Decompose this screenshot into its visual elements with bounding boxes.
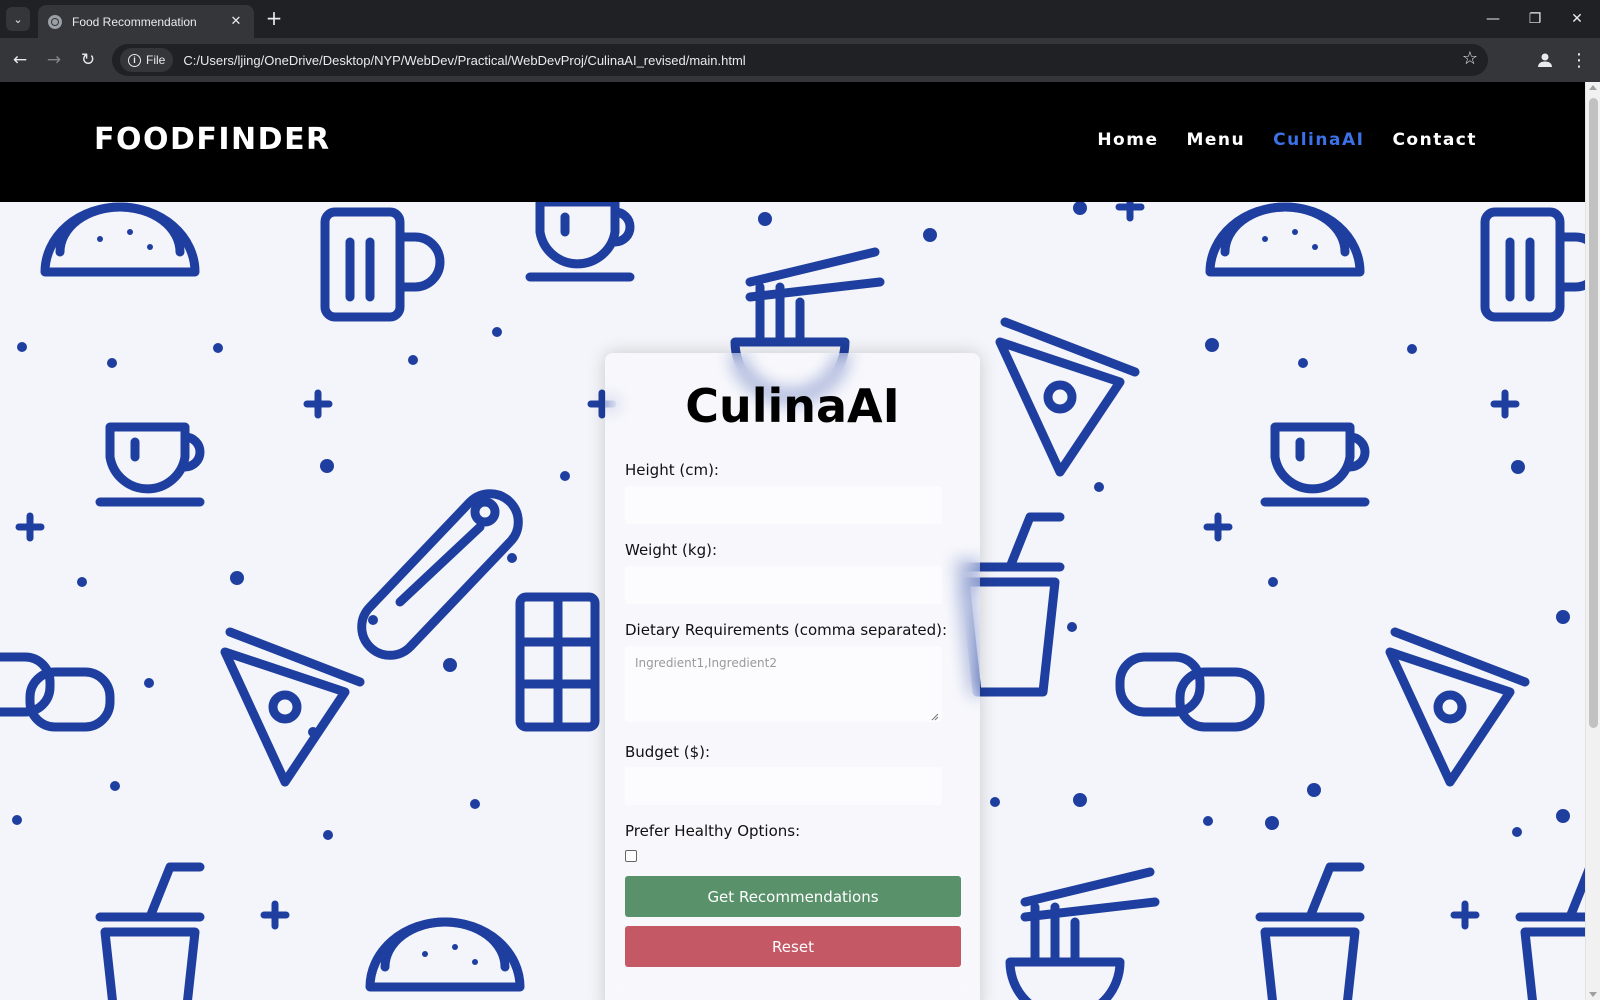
globe-icon [48, 14, 62, 29]
browser-toolbar: ← → ↻ i File C:/Users/ljing/OneDrive/Des… [0, 38, 1600, 82]
minimize-button[interactable]: — [1472, 0, 1514, 38]
window-close-button[interactable]: ✕ [1556, 0, 1598, 38]
site-info-label: File [146, 53, 166, 67]
budget-label: Budget ($): [625, 743, 711, 761]
back-button[interactable]: ← [6, 46, 34, 74]
food-pattern-drink-icon [1515, 867, 1585, 1000]
resize-grip-icon[interactable] [931, 713, 939, 721]
form-title: CulinaAI [685, 379, 900, 433]
reload-button[interactable]: ↻ [74, 46, 102, 74]
food-pattern-mug-icon [320, 207, 445, 322]
bookmark-star-icon[interactable]: ☆ [1462, 48, 1478, 69]
nav-link-culinaai[interactable]: CulinaAI [1273, 130, 1364, 150]
weight-input[interactable] [625, 566, 942, 604]
tab-close-icon[interactable]: ✕ [228, 14, 244, 29]
food-pattern-taco-icon [365, 917, 525, 992]
new-tab-button[interactable]: + [262, 7, 286, 31]
reset-button[interactable]: Reset [625, 926, 961, 967]
site-header: FOODFINDER Home Menu CulinaAI Contact [0, 82, 1585, 202]
site-info-chip[interactable]: i File [120, 48, 174, 72]
get-recommendations-button[interactable]: Get Recommendations [625, 876, 961, 917]
nav-link-menu[interactable]: Menu [1186, 130, 1245, 150]
forward-button[interactable]: → [40, 46, 68, 74]
food-pattern-burrito-icon [357, 489, 523, 660]
dietary-label: Dietary Requirements (comma separated): [625, 621, 947, 639]
food-pattern-pizza-icon [220, 627, 365, 787]
url-text[interactable]: C:/Users/ljing/OneDrive/Desktop/NYP/WebD… [183, 53, 745, 68]
tab-title: Food Recommendation [72, 14, 197, 29]
nav-link-contact[interactable]: Contact [1392, 130, 1477, 150]
browser-tab[interactable]: Food Recommendation ✕ [38, 5, 254, 38]
restore-button[interactable]: ❐ [1514, 0, 1556, 38]
page-scrollbar[interactable] [1585, 82, 1600, 1000]
address-bar[interactable]: i File C:/Users/ljing/OneDrive/Desktop/N… [112, 44, 1488, 76]
food-pattern-pizza-icon [995, 317, 1140, 477]
food-pattern-drink-icon [1255, 862, 1365, 1000]
recommendation-form-card: CulinaAI Height (cm): Weight (kg): Dieta… [605, 353, 980, 1000]
food-pattern-noodle-icon [1005, 867, 1160, 1000]
tab-search-icon[interactable]: ⌄ [6, 7, 30, 31]
scroll-thumb[interactable] [1589, 98, 1598, 728]
food-pattern-sushi-icon [1115, 652, 1265, 732]
browser-tabstrip: ⌄ Food Recommendation ✕ + — ❐ ✕ [0, 0, 1600, 38]
food-pattern-choco-icon [515, 592, 600, 732]
nav-link-home[interactable]: Home [1097, 130, 1158, 150]
food-pattern-sushi-icon [0, 652, 115, 732]
food-pattern-taco-icon [1205, 202, 1365, 277]
food-pattern-cup-icon [95, 422, 205, 507]
food-pattern-taco-icon [40, 202, 200, 277]
food-pattern-pizza-icon [1385, 627, 1530, 787]
height-label: Height (cm): [625, 461, 719, 479]
profile-icon[interactable] [1532, 47, 1558, 73]
food-pattern-drink-icon [95, 862, 205, 1000]
main-nav: Home Menu CulinaAI Contact [1097, 130, 1477, 150]
weight-label: Weight (kg): [625, 541, 717, 559]
healthy-label: Prefer Healthy Options: [625, 822, 801, 840]
site-logo[interactable]: FOODFINDER [94, 122, 331, 157]
healthy-checkbox[interactable] [625, 850, 637, 862]
info-icon: i [128, 53, 141, 67]
food-pattern-mug-icon [1480, 207, 1585, 322]
dietary-textarea[interactable] [625, 646, 942, 722]
food-pattern-cup-icon [1260, 422, 1370, 507]
height-input[interactable] [625, 486, 942, 524]
scroll-up-icon[interactable] [1589, 85, 1597, 90]
food-pattern-cup-icon [525, 202, 635, 282]
page-viewport: FOODFINDER Home Menu CulinaAI Contact Cu… [0, 82, 1600, 1000]
scroll-down-icon[interactable] [1589, 992, 1597, 997]
budget-input[interactable] [625, 767, 942, 805]
browser-menu-icon[interactable]: ⋮ [1566, 47, 1592, 73]
